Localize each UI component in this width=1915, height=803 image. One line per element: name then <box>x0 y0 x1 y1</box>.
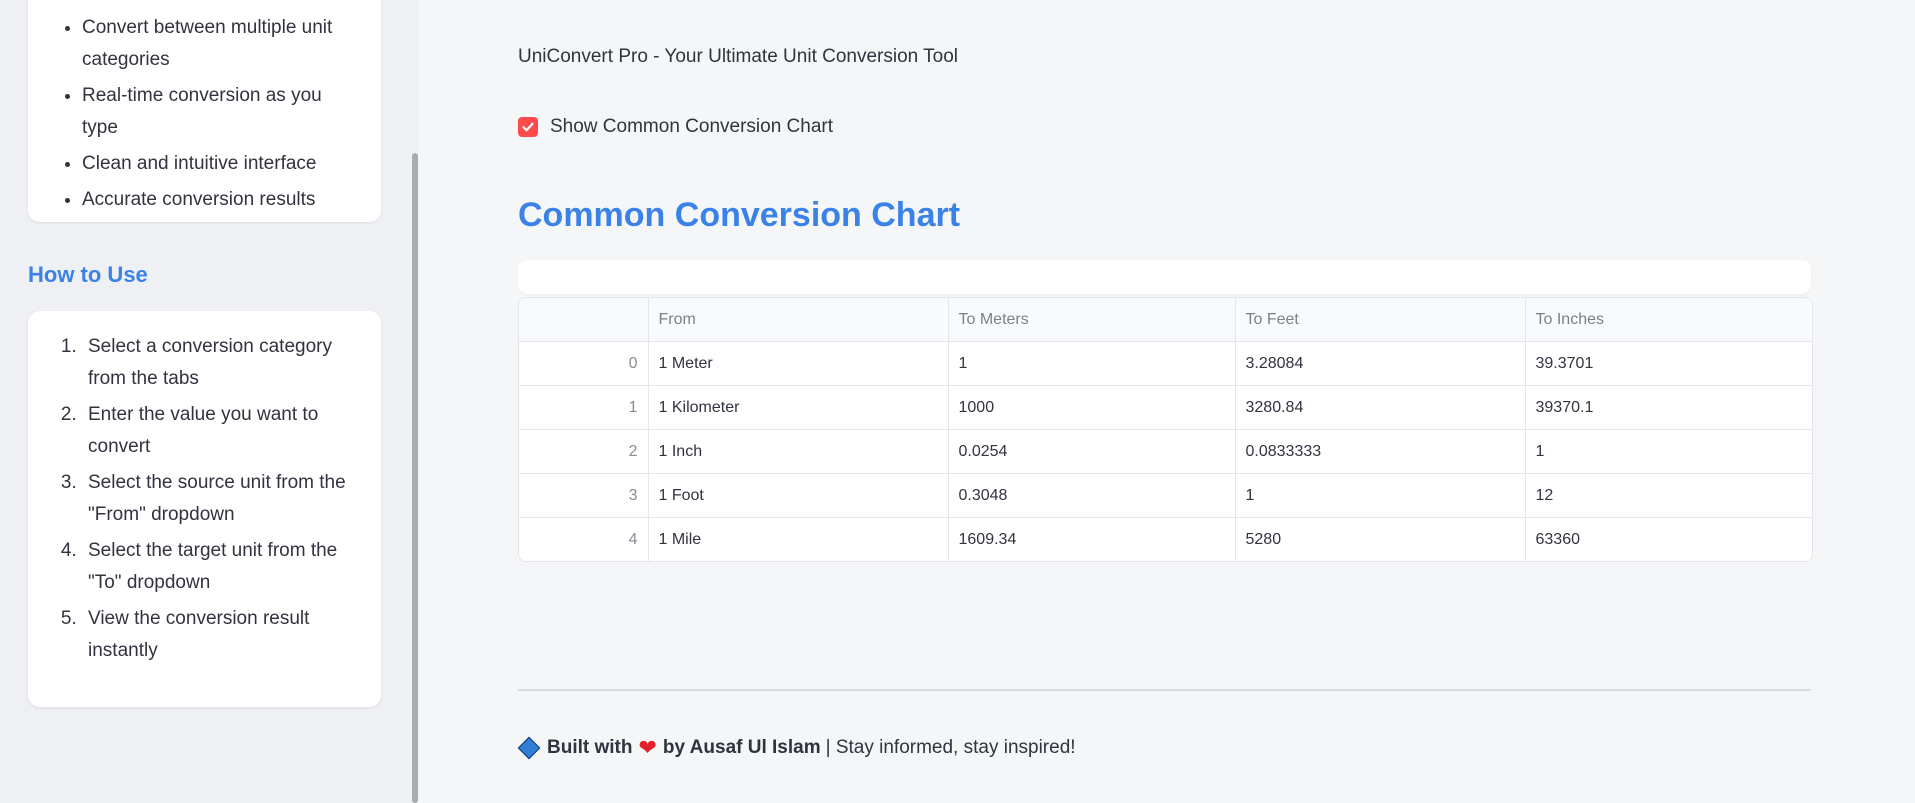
how-to-steps-list: Select a conversion category from the ta… <box>28 311 381 667</box>
footer-divider <box>518 689 1811 691</box>
row-index: 2 <box>519 429 649 474</box>
chart-heading: Common Conversion Chart <box>518 196 961 234</box>
feature-item: Accurate conversion results <box>82 184 361 216</box>
table-cell[interactable]: 0.3048 <box>948 473 1236 518</box>
sidebar-scrollbar[interactable] <box>412 153 418 803</box>
table-cell[interactable]: 3280.84 <box>1235 385 1526 430</box>
column-header-from[interactable]: From <box>648 298 949 342</box>
app-title: UniConvert Pro - Your Ultimate Unit Conv… <box>518 46 959 67</box>
show-chart-checkbox[interactable]: Show Common Conversion Chart <box>518 116 833 138</box>
table-cell[interactable]: 1000 <box>948 385 1236 430</box>
heart-icon: ❤ <box>638 735 657 760</box>
table-cell[interactable]: 1 Foot <box>648 473 949 518</box>
feature-item: Real-time conversion as you type <box>82 80 361 144</box>
table-cell[interactable]: 1609.34 <box>948 517 1236 561</box>
blue-diamond-icon <box>517 736 541 760</box>
table-cell[interactable]: 1 <box>1525 429 1812 474</box>
table-row: 0 1 Meter 1 3.28084 39.3701 <box>519 341 1812 386</box>
table-row: 3 1 Foot 0.3048 1 12 <box>519 473 1812 518</box>
table-cell[interactable]: 1 Inch <box>648 429 949 474</box>
feature-item: Clean and intuitive interface <box>82 148 361 180</box>
row-index: 1 <box>519 385 649 430</box>
checkbox-checked-icon[interactable] <box>518 117 538 137</box>
table-row: 1 1 Kilometer 1000 3280.84 39370.1 <box>519 385 1812 430</box>
table-cell[interactable]: 1 <box>948 341 1236 386</box>
column-header-to-inches[interactable]: To Inches <box>1525 298 1812 342</box>
table-cell[interactable]: 0.0833333 <box>1235 429 1526 474</box>
column-header-to-meters[interactable]: To Meters <box>948 298 1236 342</box>
conversion-table: From To Meters To Feet To Inches 0 1 Met… <box>518 297 1813 562</box>
table-cell[interactable]: 5280 <box>1235 517 1526 561</box>
feature-item: Convert between multiple unit categories <box>82 12 361 76</box>
column-header-to-feet[interactable]: To Feet <box>1235 298 1526 342</box>
table-cell[interactable]: 0.0254 <box>948 429 1236 474</box>
footer-tagline: | Stay informed, stay inspired! <box>825 737 1076 758</box>
row-index: 0 <box>519 341 649 386</box>
table-cell[interactable]: 63360 <box>1525 518 1812 562</box>
sidebar: Convert between multiple unit categories… <box>0 0 418 803</box>
table-cell[interactable]: 1 Kilometer <box>648 385 949 430</box>
footer: Built with ❤ by Ausaf Ul Islam | Stay in… <box>517 735 1076 761</box>
how-to-use-heading: How to Use <box>28 262 148 287</box>
table-cell[interactable]: 1 Meter <box>648 341 949 386</box>
footer-author: by Ausaf Ul Islam <box>662 737 821 758</box>
table-row: 4 1 Mile 1609.34 5280 63360 <box>519 517 1812 562</box>
table-cell[interactable]: 1 Mile <box>648 517 949 561</box>
table-cell[interactable]: 39.3701 <box>1525 341 1812 386</box>
footer-built-with: Built with <box>547 737 633 758</box>
table-cell[interactable]: 12 <box>1525 473 1812 518</box>
checkbox-label: Show Common Conversion Chart <box>550 116 834 137</box>
table-cell[interactable]: 1 <box>1235 473 1526 518</box>
table-header-row: From To Meters To Feet To Inches <box>519 298 1812 342</box>
how-to-step: Enter the value you want to convert <box>82 399 361 463</box>
table-row: 2 1 Inch 0.0254 0.0833333 1 <box>519 429 1812 474</box>
row-index: 4 <box>519 517 649 561</box>
column-header-index[interactable] <box>519 298 649 342</box>
table-toolbar <box>518 260 1811 294</box>
table-cell[interactable]: 39370.1 <box>1525 385 1812 430</box>
features-card: Convert between multiple unit categories… <box>28 0 381 222</box>
how-to-step: View the conversion result instantly <box>82 603 361 667</box>
how-to-step: Select the source unit from the "From" d… <box>82 467 361 531</box>
row-index: 3 <box>519 473 649 518</box>
how-to-step: Select a conversion category from the ta… <box>82 331 361 395</box>
table-cell[interactable]: 3.28084 <box>1235 341 1526 386</box>
features-list: Convert between multiple unit categories… <box>28 0 381 216</box>
how-to-use-card: Select a conversion category from the ta… <box>28 311 381 707</box>
how-to-step: Select the target unit from the "To" dro… <box>82 535 361 599</box>
